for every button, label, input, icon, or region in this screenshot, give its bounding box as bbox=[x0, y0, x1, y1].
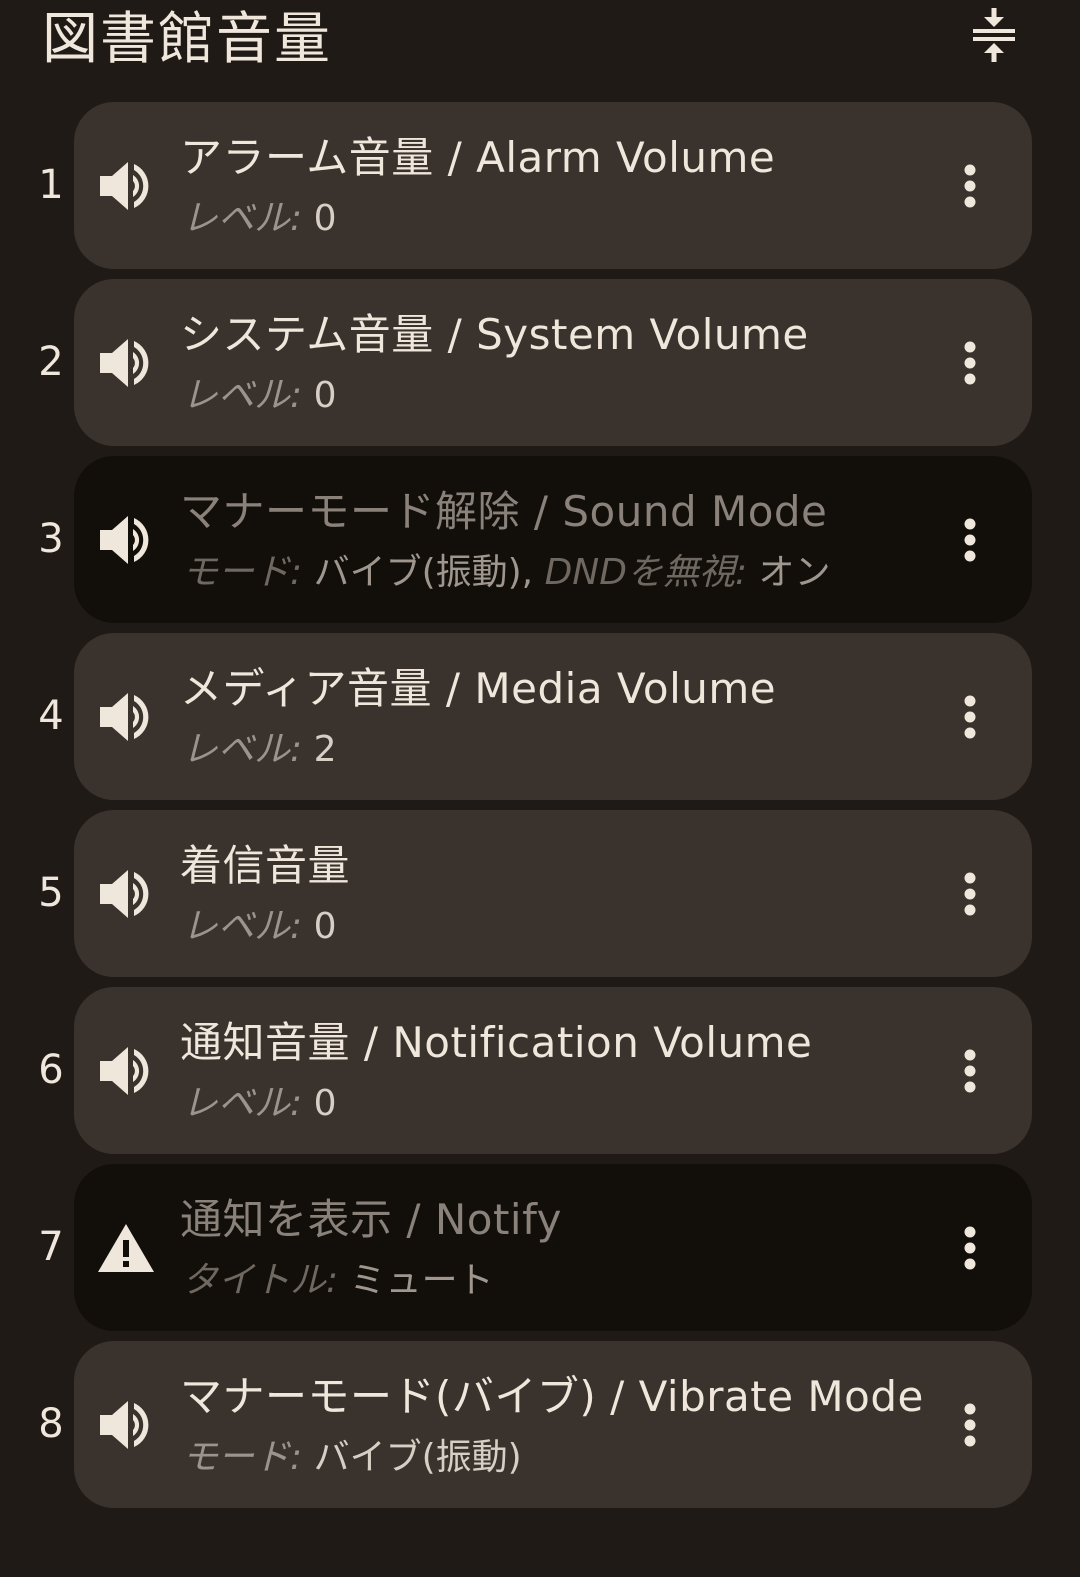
action-title: マナーモード解除 / Sound Mode bbox=[180, 487, 828, 536]
speaker-icon bbox=[96, 689, 156, 745]
action-subtitle: レベル: 2 bbox=[182, 727, 337, 773]
action-row-2: 2 システム音量 / System Volume レベル: 0 bbox=[0, 279, 1080, 446]
more-vert-icon bbox=[964, 341, 976, 385]
action-subtitle: レベル: 0 bbox=[182, 904, 337, 950]
subtitle-value-1: バイブ(振動) bbox=[302, 1437, 522, 1478]
subtitle-value-2: オン bbox=[747, 552, 831, 593]
subtitle-label-1: レベル: bbox=[182, 729, 303, 770]
more-vert-icon bbox=[964, 872, 976, 916]
more-vert-icon bbox=[964, 1226, 976, 1270]
app-header: 図書館音量 bbox=[0, 0, 1080, 96]
action-title: 通知音量 / Notification Volume bbox=[180, 1018, 813, 1067]
action-card[interactable]: システム音量 / System Volume レベル: 0 bbox=[74, 279, 1032, 446]
action-subtitle: レベル: 0 bbox=[182, 1081, 337, 1127]
action-title: 通知を表示 / Notify bbox=[180, 1195, 563, 1244]
subtitle-label-1: モード: bbox=[182, 552, 303, 593]
row-number: 4 bbox=[38, 693, 64, 739]
action-row-7: 7 通知を表示 / Notify タイトル: ミュート bbox=[0, 1164, 1080, 1331]
subtitle-label-2: DNDを無視: bbox=[533, 552, 748, 593]
more-vert-icon bbox=[964, 695, 976, 739]
subtitle-value-1: 0 bbox=[302, 375, 337, 416]
action-row-8: 8 マナーモード(バイブ) / Vibrate Mode モード: バイブ(振動… bbox=[0, 1341, 1080, 1508]
speaker-icon bbox=[96, 512, 156, 568]
collapse-button[interactable] bbox=[966, 6, 1022, 62]
subtitle-value-1: 0 bbox=[302, 906, 337, 947]
action-row-5: 5 着信音量 レベル: 0 bbox=[0, 810, 1080, 977]
more-vert-icon bbox=[964, 164, 976, 208]
more-options-button[interactable] bbox=[950, 1395, 990, 1455]
action-title: アラーム音量 / Alarm Volume bbox=[180, 133, 776, 182]
more-vert-icon bbox=[964, 1403, 976, 1447]
subtitle-value-1: 0 bbox=[302, 198, 337, 239]
action-card[interactable]: 通知音量 / Notification Volume レベル: 0 bbox=[74, 987, 1032, 1154]
row-number: 7 bbox=[38, 1224, 64, 1270]
action-card[interactable]: マナーモード解除 / Sound Mode モード: バイブ(振動), DNDを… bbox=[74, 456, 1032, 623]
speaker-icon bbox=[96, 866, 156, 922]
more-options-button[interactable] bbox=[950, 510, 990, 570]
action-subtitle: モード: バイブ(振動), DNDを無視: オン bbox=[182, 550, 831, 596]
action-card[interactable]: メディア音量 / Media Volume レベル: 2 bbox=[74, 633, 1032, 800]
subtitle-label-1: レベル: bbox=[182, 375, 303, 416]
collapse-vertical-icon bbox=[973, 8, 1015, 62]
subtitle-value-1: 0 bbox=[302, 1083, 337, 1124]
more-vert-icon bbox=[964, 1049, 976, 1093]
speaker-icon bbox=[96, 335, 156, 391]
row-number: 1 bbox=[38, 162, 64, 208]
row-number: 2 bbox=[38, 339, 64, 385]
page-title: 図書館音量 bbox=[42, 7, 332, 72]
speaker-icon bbox=[96, 158, 156, 214]
more-options-button[interactable] bbox=[950, 156, 990, 216]
more-options-button[interactable] bbox=[950, 333, 990, 393]
row-number: 5 bbox=[38, 870, 64, 916]
action-row-3: 3 マナーモード解除 / Sound Mode モード: バイブ(振動), DN… bbox=[0, 456, 1080, 623]
action-subtitle: レベル: 0 bbox=[182, 373, 337, 419]
action-title: 着信音量 bbox=[180, 841, 351, 890]
more-options-button[interactable] bbox=[950, 687, 990, 747]
action-title: メディア音量 / Media Volume bbox=[180, 664, 777, 713]
speaker-icon bbox=[96, 1397, 156, 1453]
subtitle-label-1: レベル: bbox=[182, 1083, 303, 1124]
subtitle-label-1: レベル: bbox=[182, 198, 303, 239]
more-options-button[interactable] bbox=[950, 864, 990, 924]
action-card[interactable]: 通知を表示 / Notify タイトル: ミュート bbox=[74, 1164, 1032, 1331]
subtitle-label-1: タイトル: bbox=[182, 1260, 339, 1301]
subtitle-label-1: レベル: bbox=[182, 906, 303, 947]
subtitle-value-1: 2 bbox=[302, 729, 337, 770]
action-card[interactable]: マナーモード(バイブ) / Vibrate Mode モード: バイブ(振動) bbox=[74, 1341, 1032, 1508]
warning-icon bbox=[96, 1220, 156, 1276]
action-title: マナーモード(バイブ) / Vibrate Mode bbox=[180, 1372, 924, 1421]
row-number: 3 bbox=[38, 516, 64, 562]
action-subtitle: モード: バイブ(振動) bbox=[182, 1435, 522, 1481]
action-card[interactable]: 着信音量 レベル: 0 bbox=[74, 810, 1032, 977]
action-row-1: 1 アラーム音量 / Alarm Volume レベル: 0 bbox=[0, 102, 1080, 269]
row-number: 8 bbox=[38, 1401, 64, 1447]
row-number: 6 bbox=[38, 1047, 64, 1093]
speaker-icon bbox=[96, 1043, 156, 1099]
subtitle-value-1: バイブ(振動), bbox=[302, 552, 534, 593]
action-card[interactable]: アラーム音量 / Alarm Volume レベル: 0 bbox=[74, 102, 1032, 269]
more-options-button[interactable] bbox=[950, 1041, 990, 1101]
action-subtitle: タイトル: ミュート bbox=[182, 1258, 494, 1304]
subtitle-value-1: ミュート bbox=[338, 1260, 494, 1301]
action-subtitle: レベル: 0 bbox=[182, 196, 337, 242]
more-options-button[interactable] bbox=[950, 1218, 990, 1278]
action-row-4: 4 メディア音量 / Media Volume レベル: 2 bbox=[0, 633, 1080, 800]
action-row-6: 6 通知音量 / Notification Volume レベル: 0 bbox=[0, 987, 1080, 1154]
more-vert-icon bbox=[964, 518, 976, 562]
subtitle-label-1: モード: bbox=[182, 1437, 303, 1478]
action-title: システム音量 / System Volume bbox=[180, 310, 809, 359]
